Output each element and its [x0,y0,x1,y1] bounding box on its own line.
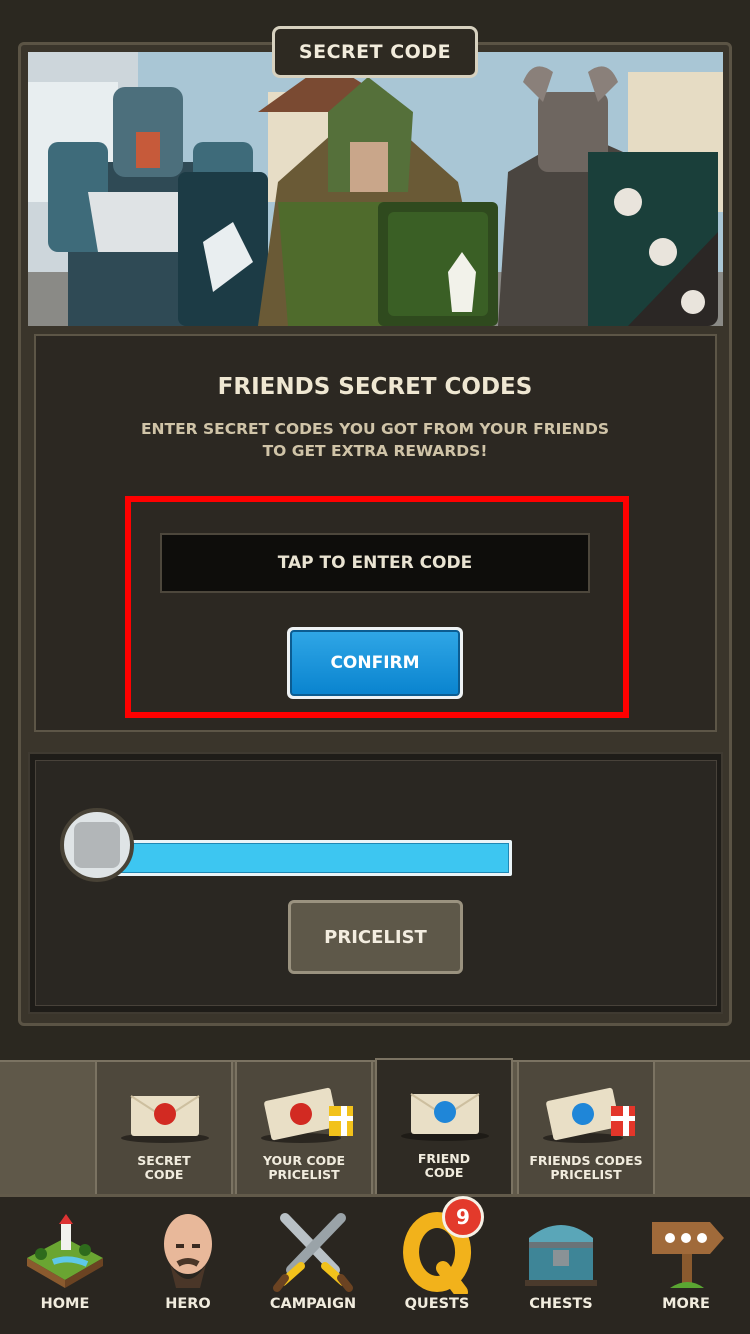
reward-avatar [60,808,134,882]
hero-head-icon [164,1214,212,1288]
envelope-blue-gift-icon [543,1087,635,1143]
nav-home[interactable]: HOME [3,1204,127,1330]
confirm-button[interactable]: CONFIRM [287,627,463,699]
nav-quests-label: QUESTS [404,1296,470,1312]
pricelist-button[interactable]: PRICELIST [288,900,463,974]
code-input[interactable]: TAP TO ENTER CODE [160,533,590,593]
tab-secret-code-line1: SECRET [137,1153,191,1168]
tab-friends-codes-pricelist[interactable]: FRIENDS CODES PRICELIST [517,1060,655,1194]
description-line-1: ENTER SECRET CODES YOU GOT FROM YOUR FRI… [140,420,610,438]
nav-more[interactable]: MORE [624,1204,748,1330]
tab-friends-codes-pricelist-line1: FRIENDS CODES [529,1153,643,1168]
friends-codes-title: FRIENDS SECRET CODES [217,374,533,400]
tab-friend-code[interactable]: FRIEND CODE [375,1058,513,1194]
nav-hero[interactable]: HERO [126,1204,250,1330]
tab-friend-code-line2: CODE [424,1165,464,1180]
tab-secret-code-line2: CODE [144,1167,184,1182]
envelope-blue-seal-icon [401,1093,489,1141]
crossed-swords-icon [273,1213,353,1292]
more-signpost-icon [652,1222,724,1288]
tab-secret-code[interactable]: SECRET CODE [95,1060,233,1194]
tab-your-code-pricelist[interactable]: YOUR CODE PRICELIST [235,1060,373,1194]
nav-home-label: HOME [40,1296,90,1312]
treasure-chest-icon [525,1225,597,1286]
home-island-icon [27,1214,103,1288]
nav-campaign[interactable]: CAMPAIGN [251,1204,375,1330]
reward-progress-bar [112,840,512,876]
reward-progress-fill [115,843,509,873]
confirm-button-label: CONFIRM [290,630,460,696]
page-title: SECRET CODE [272,26,478,78]
nav-hero-label: HERO [165,1296,211,1312]
friends-codes-description: ENTER SECRET CODES YOU GOT FROM YOUR FRI… [100,418,650,462]
tab-your-code-pricelist-line1: YOUR CODE [262,1153,346,1168]
nav-more-label: MORE [662,1296,710,1312]
description-line-2: TO GET EXTRA REWARDS! [262,442,488,460]
nav-campaign-label: CAMPAIGN [269,1296,357,1312]
reward-avatar-image [74,822,120,868]
heroes-banner-image [28,52,723,326]
tab-friend-code-line1: FRIEND [417,1151,471,1166]
quests-count-badge: 9 [442,1196,484,1238]
envelope-gift-icon [261,1087,353,1143]
nav-chests[interactable]: CHESTS [499,1204,623,1330]
envelope-red-seal-icon [121,1095,209,1143]
tab-your-code-pricelist-line2: PRICELIST [268,1167,340,1182]
tab-friends-codes-pricelist-line2: PRICELIST [550,1167,622,1182]
nav-chests-label: CHESTS [529,1296,593,1312]
